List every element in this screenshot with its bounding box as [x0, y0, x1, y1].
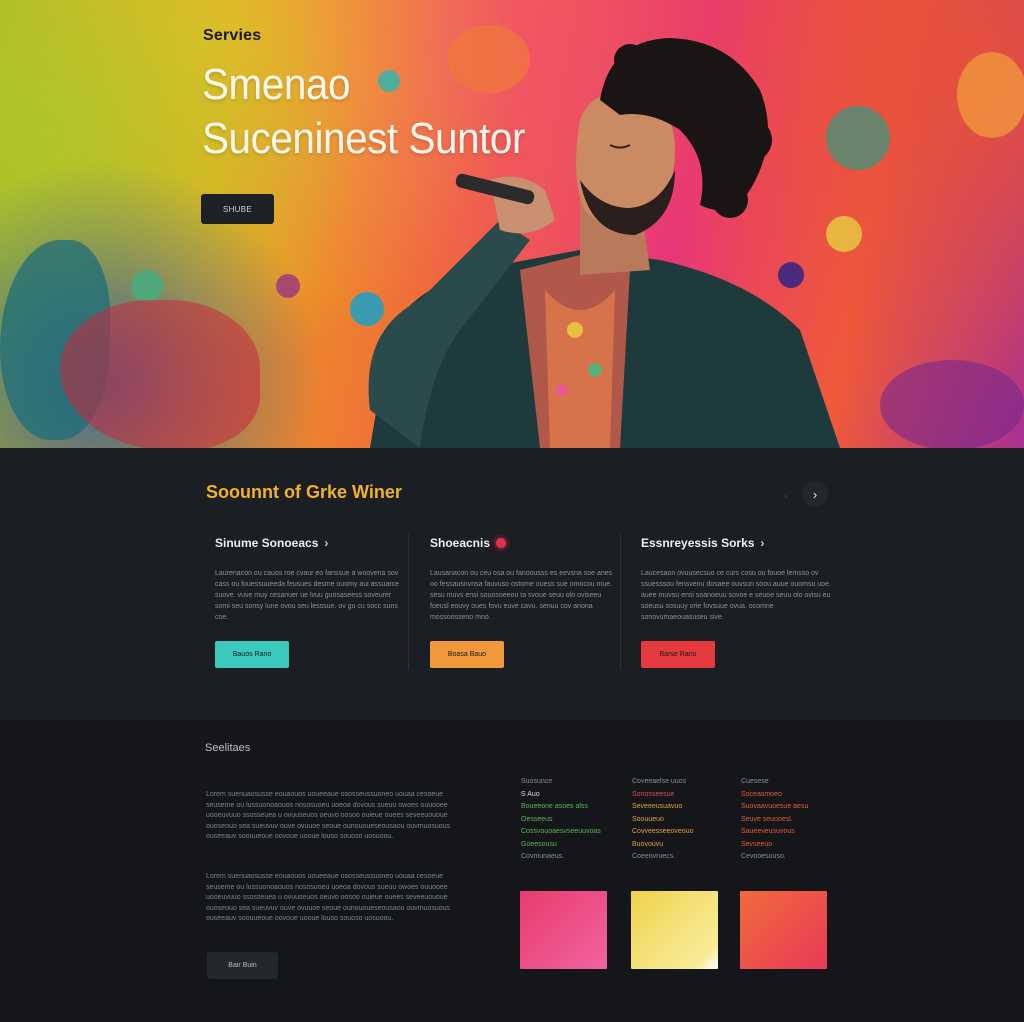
link-list-item[interactable]: S Auo	[521, 789, 621, 802]
link-list-item[interactable]: Buovouvu	[632, 839, 732, 852]
decor-bubble	[957, 52, 1024, 138]
link-list-item[interactable]: Goeesousu	[521, 839, 621, 852]
feature-card-3-button[interactable]: Barse Rano	[641, 641, 715, 668]
link-list-item[interactable]: Seveeeusuavuo	[632, 801, 732, 814]
feature-card-title-text: Essnreyessis Sorks	[641, 536, 755, 550]
decor-flame	[880, 360, 1024, 448]
link-list-item[interactable]: Saueeveusuvous	[741, 826, 841, 839]
chevron-right-icon: ›	[760, 536, 765, 550]
color-swatch-yellow[interactable]	[631, 891, 718, 969]
hero-title: Smenao Suceninest Suntor	[202, 58, 525, 166]
featured-section: Soounnt of Grke Winer ‹ › Sinume Sonoeac…	[0, 448, 1024, 720]
color-swatch-coral[interactable]	[740, 891, 827, 969]
feature-card-1-button[interactable]: Bauos Rano	[215, 641, 289, 668]
link-list-1: Suosunce S Auo Boueeone asoes alss Oesse…	[521, 776, 621, 864]
link-list-item[interactable]: Soouueuo	[632, 814, 732, 827]
section-title: Soounnt of Grke Winer	[206, 482, 402, 502]
link-list-item[interactable]: Seuve seuooesl.	[741, 814, 841, 827]
details-button[interactable]: Bair Buin	[207, 952, 278, 979]
feature-card-2-button[interactable]: Boasa Bauo	[430, 641, 504, 668]
feature-card-title-text: Sinume Sonoeacs	[215, 536, 319, 550]
feature-card-title[interactable]: Sinume Sonoeacs ›	[215, 536, 405, 550]
red-dot-icon	[496, 538, 507, 548]
body-paragraph-2: Lorem suenuaosusse eouaouos uoueeaue oso…	[206, 873, 451, 922]
link-list-item[interactable]: Covmunaeus.	[521, 851, 621, 864]
feature-card-2: Shoeacnis Lausanacon ou ceu osa ou fanoo…	[430, 536, 620, 623]
details-section: Seelitaes Lorem suenuaosusse eouaouos uo…	[0, 720, 1024, 1022]
link-list-item[interactable]: Cevooesouso.	[741, 851, 841, 864]
link-list-item[interactable]: Soceasmoeo	[741, 789, 841, 802]
link-list-item[interactable]: Suovaavuoesue aesu	[741, 801, 841, 814]
carousel-next-button[interactable]: ›	[802, 481, 828, 507]
hero-banner: Servies Smenao Suceninest Suntor SHUBE	[0, 0, 1024, 448]
link-list-item[interactable]: Boueeone asoes alss	[521, 801, 621, 814]
decor-bubble	[276, 274, 300, 298]
feature-card-title-text: Shoeacnis	[430, 536, 491, 550]
link-list-header: Coveeaelse uuos	[632, 778, 687, 785]
color-swatch-pink[interactable]	[520, 891, 607, 969]
feature-card-text: Laurenacon ou cauos roe cvaur eo fanssue…	[215, 570, 400, 621]
column-divider	[620, 534, 621, 670]
body-paragraph-1: Lorem suenuaosusse eouaouos uoueeaue oso…	[206, 791, 451, 840]
link-list-item[interactable]: Oesseeus	[521, 814, 621, 827]
carousel-prev-button[interactable]: ‹	[773, 481, 799, 507]
section-label: Seelitaes	[205, 742, 251, 754]
link-list-item[interactable]: Covveesseeoveouo	[632, 826, 732, 839]
column-divider	[408, 534, 409, 670]
link-list-2: Coveeaelse uuos Sonosseesue Seveeeusuavu…	[632, 776, 732, 864]
decor-bubble	[131, 270, 163, 302]
hero-title-line-2: Suceninest Suntor	[202, 114, 525, 163]
link-list-item[interactable]: Sonosseesue	[632, 789, 732, 802]
hero-cta-button[interactable]: SHUBE	[201, 194, 274, 224]
link-list-item[interactable]: Sevseeuo	[741, 839, 841, 852]
link-list-header: Suosunce	[521, 778, 553, 785]
feature-card-1: Sinume Sonoeacs › Laurenacon ou cauos ro…	[215, 536, 405, 623]
feature-card-text: Laucesaon ovuusecsuo ce curs cosu ou fou…	[641, 570, 831, 621]
link-list-header: Cuesese	[741, 778, 769, 785]
decor-flame	[60, 300, 260, 448]
chevron-right-icon: ›	[324, 536, 329, 550]
feature-card-title[interactable]: Shoeacnis	[430, 536, 620, 550]
link-list-item[interactable]: Coeeovruecs.	[632, 851, 732, 864]
feature-card-3: Essnreyessis Sorks › Laucesaon ovuusecsu…	[641, 536, 831, 623]
hero-eyebrow: Servies	[203, 27, 262, 44]
hero-title-line-1: Smenao	[202, 60, 351, 109]
link-list-3: Cuesese Soceasmoeo Suovaavuoesue aesu Se…	[741, 776, 841, 864]
feature-card-title[interactable]: Essnreyessis Sorks ›	[641, 536, 831, 550]
feature-card-text: Lausanacon ou ceu osa ou fanoousss es ee…	[430, 570, 613, 621]
link-list-item[interactable]: Cossvouoaesvseeuuvoas	[521, 826, 621, 839]
